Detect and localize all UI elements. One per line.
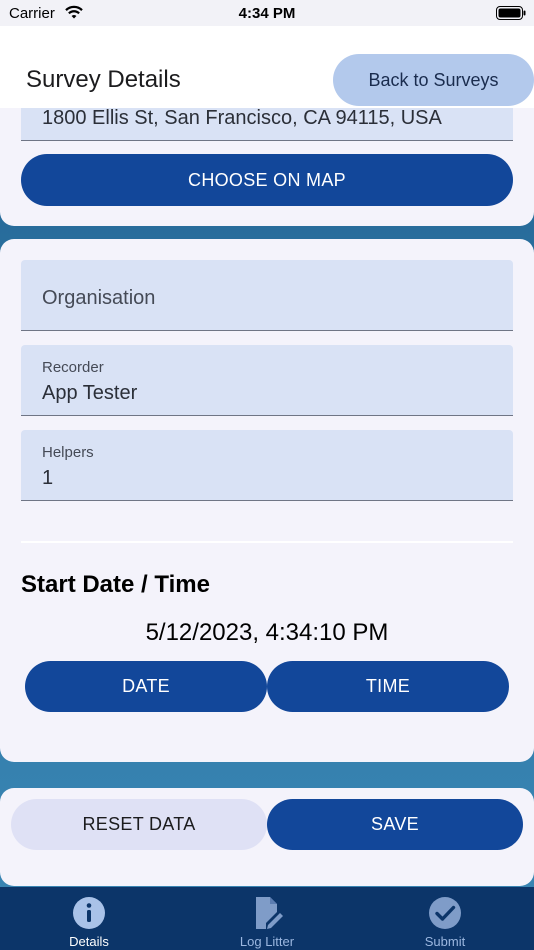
address-field[interactable]: 1800 Ellis St, San Francisco, CA 94115, …: [21, 106, 513, 141]
recorder-field[interactable]: Recorder App Tester: [21, 345, 513, 416]
helpers-value: 1: [42, 467, 54, 489]
info-icon: [73, 897, 105, 929]
battery-icon: [496, 6, 526, 20]
status-bar: Carrier 4:34 PM: [0, 0, 534, 26]
recorder-value: App Tester: [42, 382, 138, 404]
helpers-field[interactable]: Helpers 1: [21, 430, 513, 501]
tab-submit-label: Submit: [424, 934, 466, 949]
recorder-label: Recorder: [42, 359, 104, 376]
organisation-placeholder: Organisation: [42, 287, 156, 309]
time-button[interactable]: TIME: [267, 661, 509, 712]
nav-header: Survey Details Back to Surveys: [0, 26, 534, 108]
tab-details[interactable]: Details: [0, 887, 178, 950]
tab-submit[interactable]: Submit: [356, 887, 534, 950]
page-title: Survey Details: [26, 66, 181, 93]
tab-log-litter-label: Log Litter: [239, 934, 295, 949]
organisation-field[interactable]: Organisation: [21, 260, 513, 331]
reset-data-button[interactable]: RESET DATA: [11, 799, 267, 850]
date-button[interactable]: DATE: [25, 661, 267, 712]
save-button[interactable]: SAVE: [267, 799, 523, 850]
address-value: 1800 Ellis St, San Francisco, CA 94115, …: [42, 107, 442, 129]
section-divider: [21, 541, 513, 543]
check-circle-icon: [429, 897, 461, 929]
status-time: 4:34 PM: [238, 5, 296, 22]
helpers-label: Helpers: [42, 444, 94, 461]
back-to-surveys-button[interactable]: Back to Surveys: [333, 54, 534, 106]
choose-on-map-button[interactable]: CHOOSE ON MAP: [21, 154, 513, 206]
tab-details-label: Details: [69, 934, 109, 949]
edit-document-icon: [256, 897, 283, 929]
start-datetime-heading: Start Date / Time: [21, 571, 210, 598]
tab-bar: Details Log Litter Submit: [0, 887, 534, 950]
start-datetime-value: 5/12/2023, 4:34:10 PM: [145, 619, 389, 646]
tab-log-litter[interactable]: Log Litter: [178, 887, 356, 950]
